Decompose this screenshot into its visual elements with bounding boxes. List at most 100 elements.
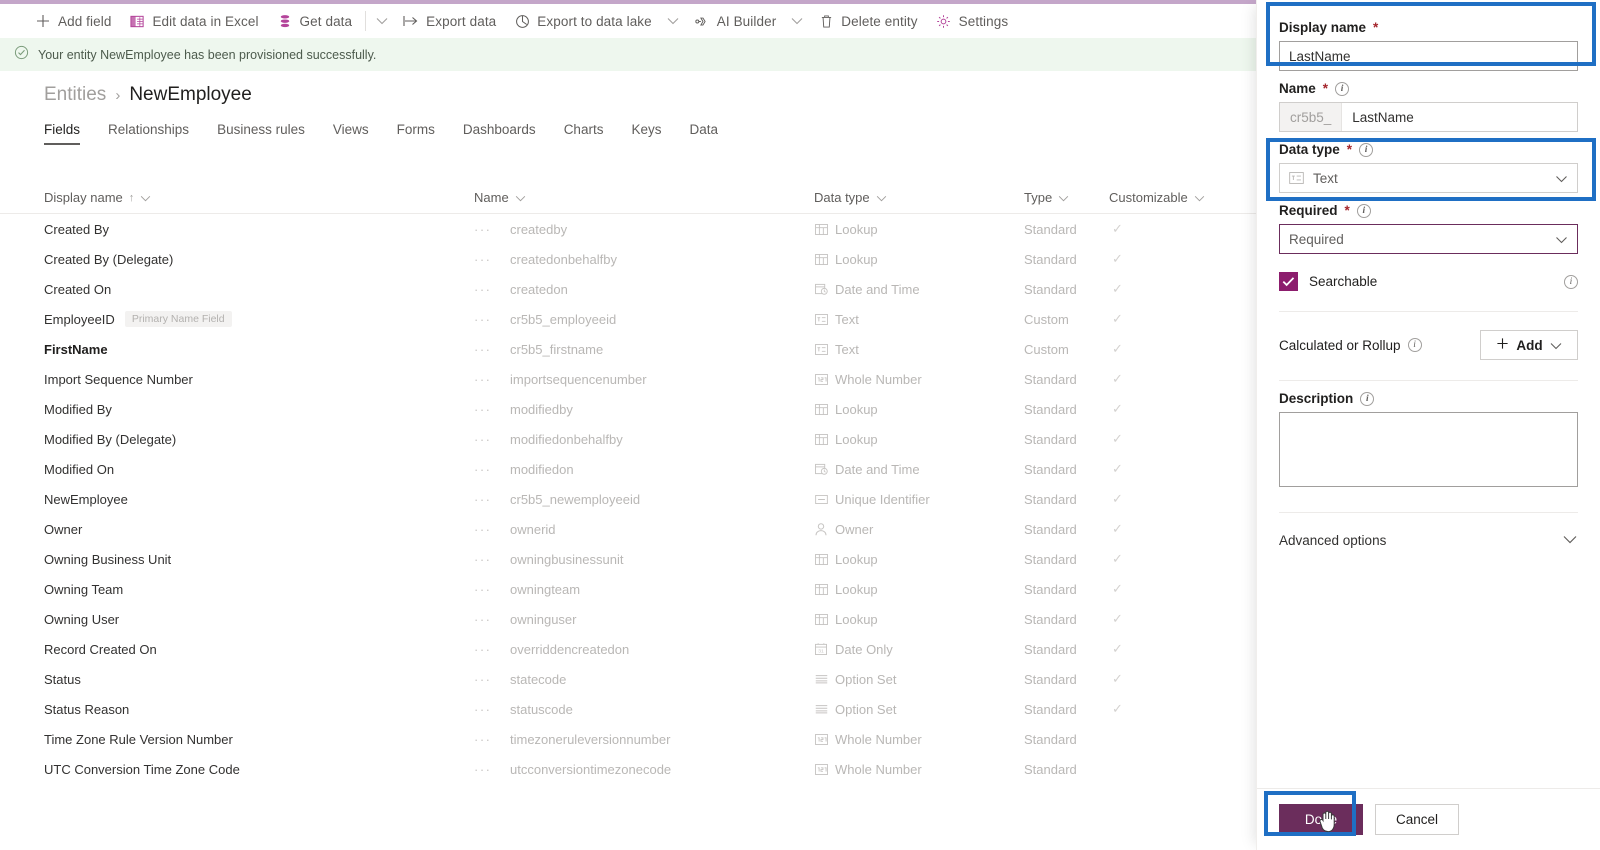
chevron-down-icon[interactable] [140,190,151,205]
table-row[interactable]: Owner ··· ownerid Owner Standard ✓ [0,514,1260,544]
cell-data-type: Whole Number [814,732,1024,747]
table-row[interactable]: UTC Conversion Time Zone Code ··· utcconve… [0,754,1260,784]
sort-ascending-icon: ↑ [128,191,135,204]
check-icon: ✓ [1112,491,1123,506]
chevron-down-icon[interactable] [1555,232,1568,247]
row-more-menu[interactable]: ··· [474,492,510,507]
table-row[interactable]: FirstName ··· cr5b5_firstname Text Custom ✓ [0,334,1260,364]
row-more-menu[interactable]: ··· [474,762,510,777]
add-field-button[interactable]: Add field [26,6,120,36]
overflow-chevron-button[interactable] [370,6,394,36]
ai-builder-button[interactable]: AI Builder [685,6,786,36]
chevron-down-icon[interactable] [1058,190,1069,205]
info-icon[interactable]: i [1359,142,1374,157]
chevron-down-icon[interactable] [1550,338,1562,353]
required-dropdown[interactable]: Required [1279,224,1578,254]
table-row[interactable]: Owning Business Unit ··· owningbusinessuni… [0,544,1260,574]
table-row[interactable]: Time Zone Rule Version Number ··· timezone… [0,724,1260,754]
chevron-down-icon[interactable] [1194,190,1205,205]
row-more-menu[interactable]: ··· [474,312,510,327]
check-icon: ✓ [1112,461,1123,476]
row-more-menu[interactable]: ··· [474,612,510,627]
row-more-menu[interactable]: ··· [474,702,510,717]
edit-data-in-excel-button[interactable]: Edit data in Excel [120,6,267,36]
text-icon [814,312,828,326]
column-header-type[interactable]: Type [1024,190,1109,205]
table-row[interactable]: Created By (Delegate) ··· createdonbehalfb… [0,244,1260,274]
export-data-button[interactable]: Export data [394,6,505,36]
display-name-input[interactable] [1279,41,1578,71]
table-row[interactable]: Created By ··· createdby Lookup Standard ✓ [0,214,1260,244]
chevron-down-icon[interactable] [1562,531,1578,549]
add-rollup-button[interactable]: Add [1480,330,1578,360]
table-row[interactable]: Import Sequence Number ··· importsequencen… [0,364,1260,394]
table-row[interactable]: Modified On ··· modifiedon Date and Time Sta… [0,454,1260,484]
row-more-menu[interactable]: ··· [474,252,510,267]
table-row[interactable]: NewEmployee ··· cr5b5_newemployeeid Unique … [0,484,1260,514]
table-row[interactable]: Created On ··· createdon Date and Time Stand… [0,274,1260,304]
row-more-menu[interactable]: ··· [474,222,510,237]
settings-button[interactable]: Settings [927,6,1018,36]
tab-charts[interactable]: Charts [550,122,618,145]
data-type-dropdown[interactable]: Text [1279,163,1578,193]
check-circle-icon [14,45,29,65]
row-more-menu[interactable]: ··· [474,462,510,477]
description-textarea[interactable] [1279,412,1578,487]
name-value[interactable]: LastName [1342,103,1577,131]
advanced-options-toggle[interactable]: Advanced options [1279,531,1578,549]
table-row[interactable]: Owning Team ··· owningteam Lookup Standard ✓ [0,574,1260,604]
column-header-name[interactable]: Name [474,190,814,205]
tab-data[interactable]: Data [675,122,732,145]
row-more-menu[interactable]: ··· [474,432,510,447]
tab-keys[interactable]: Keys [617,122,675,145]
chevron-down-icon[interactable] [1555,171,1568,186]
tab-fields[interactable]: Fields [44,122,94,145]
info-icon[interactable]: i [1564,274,1578,289]
name-input-wrapper[interactable]: cr5b5_ LastName [1279,102,1578,132]
row-more-menu[interactable]: ··· [474,402,510,417]
info-icon[interactable]: i [1335,81,1350,96]
table-row[interactable]: Status Reason ··· statuscode Option Set Stan… [0,694,1260,724]
row-more-menu[interactable]: ··· [474,282,510,297]
cancel-button[interactable]: Cancel [1375,804,1459,835]
table-row[interactable]: Modified By (Delegate) ··· modifiedonbehal… [0,424,1260,454]
row-more-menu[interactable]: ··· [474,552,510,567]
ai-builder-chevron[interactable] [785,6,809,36]
chevron-down-icon[interactable] [515,190,526,205]
table-row[interactable]: Record Created On ··· overriddencreatedon 3… [0,634,1260,664]
tab-business-rules[interactable]: Business rules [203,122,319,145]
row-more-menu[interactable]: ··· [474,732,510,747]
row-more-menu[interactable]: ··· [474,582,510,597]
cell-type: Standard [1024,521,1077,537]
info-icon[interactable]: i [1356,203,1371,218]
table-row[interactable]: Status ··· statecode Option Set Standard ✓ [0,664,1260,694]
searchable-checkbox[interactable] [1279,272,1298,291]
export-to-data-lake-button[interactable]: Export to data lake [505,6,660,36]
row-more-menu[interactable]: ··· [474,372,510,387]
tab-views[interactable]: Views [319,122,383,145]
export-to-data-lake-chevron[interactable] [661,6,685,36]
column-header-display-name[interactable]: Display name ↑ [44,190,474,205]
tab-relationships[interactable]: Relationships [94,122,203,145]
column-header-customizable[interactable]: Customizable [1109,190,1239,205]
done-button[interactable]: Done [1279,804,1363,835]
cell-data-type: Lookup [814,222,1024,237]
table-row[interactable]: Modified By ··· modifiedby Lookup Standard ✓ [0,394,1260,424]
breadcrumb-entities-link[interactable]: Entities [44,84,106,106]
cell-data-type: Owner [814,522,1024,537]
cell-customizable: ✓ [1109,371,1239,387]
delete-entity-button[interactable]: Delete entity [809,6,926,36]
info-icon[interactable]: i [1360,391,1375,406]
tab-dashboards[interactable]: Dashboards [449,122,550,145]
row-more-menu[interactable]: ··· [474,672,510,687]
info-icon[interactable]: i [1407,338,1422,352]
chevron-down-icon[interactable] [876,190,887,205]
row-more-menu[interactable]: ··· [474,342,510,357]
get-data-button[interactable]: Get data [268,6,362,36]
column-header-data-type[interactable]: Data type [814,190,1024,205]
row-more-menu[interactable]: ··· [474,642,510,657]
row-more-menu[interactable]: ··· [474,522,510,537]
table-row[interactable]: EmployeeID Primary Name Field ··· cr5b5_emp… [0,304,1260,334]
tab-forms[interactable]: Forms [383,122,449,145]
table-row[interactable]: Owning User ··· owninguser Lookup Standard ✓ [0,604,1260,634]
